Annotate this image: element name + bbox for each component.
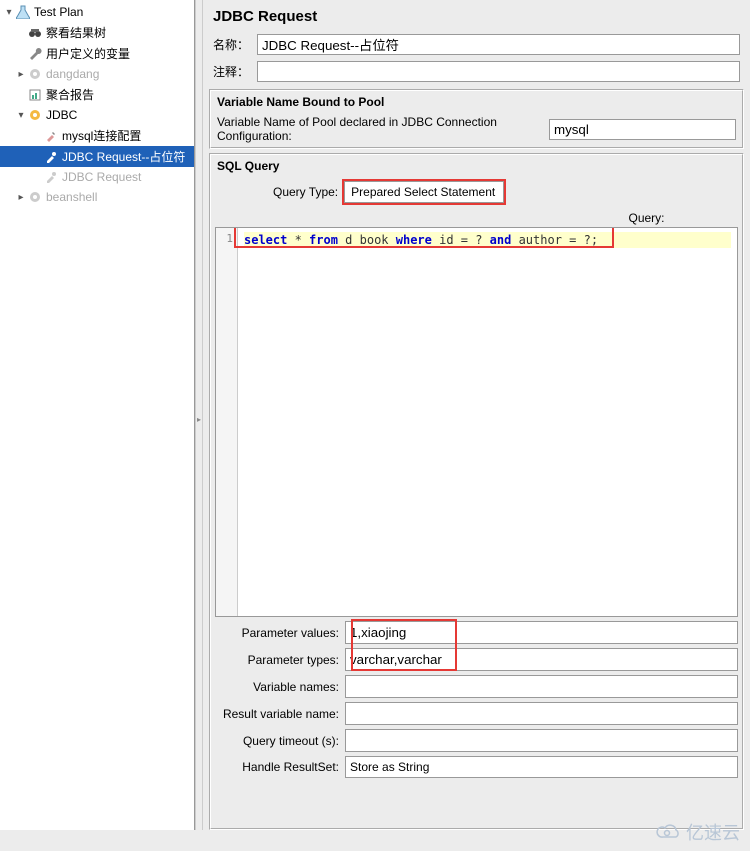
tree-item-jdbc-request[interactable]: JDBC Request <box>0 167 194 187</box>
variable-names-label: Variable names: <box>215 680 345 694</box>
tree-item-aggregate[interactable]: 聚合报告 <box>0 84 194 105</box>
tree-panel: ▾ Test Plan 察看结果树 用户定义的变量 ▸ dangdang <box>0 0 195 830</box>
dropper-icon <box>42 149 60 165</box>
handle-rs-select[interactable]: Store as String <box>345 756 738 778</box>
result-var-input[interactable] <box>345 702 738 725</box>
name-input[interactable] <box>257 34 740 55</box>
sql-panel: SQL Query Query Type: Prepared Select St… <box>209 153 744 830</box>
query-label: Query: <box>383 207 750 227</box>
tree-item-jdbc[interactable]: ▾ JDBC <box>0 105 194 125</box>
tree-label: 聚合报告 <box>44 86 94 103</box>
tree-label: beanshell <box>44 190 97 204</box>
sql-editor[interactable]: 1 select * from d_book where id = ? and … <box>215 227 738 617</box>
tree-label: JDBC <box>44 108 77 122</box>
main-panel: JDBC Request 名称： 注释： Variable Name Bound… <box>203 0 750 830</box>
line-gutter: 1 <box>216 228 238 616</box>
comment-label: 注释： <box>213 63 253 80</box>
collapse-icon[interactable]: ▾ <box>16 110 26 121</box>
variable-names-input[interactable] <box>345 675 738 698</box>
tree-item-dangdang[interactable]: ▸ dangdang <box>0 64 194 84</box>
param-types-label: Parameter types: <box>215 653 345 667</box>
query-type-select[interactable]: Prepared Select Statement <box>344 181 504 203</box>
query-type-label: Query Type: <box>273 185 344 199</box>
page-title: JDBC Request <box>203 0 750 31</box>
report-icon <box>26 87 44 103</box>
tree-label: 用户定义的变量 <box>44 45 130 62</box>
tree-root[interactable]: ▾ Test Plan <box>0 2 194 22</box>
binoculars-icon <box>26 25 44 41</box>
result-var-label: Result variable name: <box>215 707 345 721</box>
pool-label: Variable Name of Pool declared in JDBC C… <box>217 115 543 143</box>
pool-panel: Variable Name Bound to Pool Variable Nam… <box>209 89 744 149</box>
collapse-icon[interactable]: ▾ <box>4 7 14 18</box>
sql-title: SQL Query <box>213 157 740 177</box>
tree-label: JDBC Request <box>60 170 141 184</box>
timeout-input[interactable] <box>345 729 738 752</box>
tree-label: Test Plan <box>32 5 83 19</box>
tree-label: 察看结果树 <box>44 24 106 41</box>
gear-color-icon <box>26 107 44 123</box>
wrench-icon <box>26 46 44 62</box>
tree-item-jdbc-request-placeholder[interactable]: JDBC Request--占位符 <box>0 146 194 167</box>
code-area[interactable]: select * from d_book where id = ? and au… <box>238 228 737 616</box>
dropper-disabled-icon <box>42 169 60 185</box>
tree-label: JDBC Request--占位符 <box>60 148 185 165</box>
tree-item-vars[interactable]: 用户定义的变量 <box>0 43 194 64</box>
watermark-logo: 亿速云 <box>656 819 740 845</box>
pool-input[interactable] <box>549 119 736 140</box>
tree-item-mysql-config[interactable]: mysql连接配置 <box>0 125 194 146</box>
param-values-label: Parameter values: <box>215 626 345 640</box>
gear-icon <box>26 66 44 82</box>
tools-icon <box>42 128 60 144</box>
tree-item-viewresults[interactable]: 察看结果树 <box>0 22 194 43</box>
comment-input[interactable] <box>257 61 740 82</box>
name-label: 名称： <box>213 36 253 53</box>
handle-rs-label: Handle ResultSet: <box>215 760 345 774</box>
gear-disabled-icon <box>26 189 44 205</box>
splitter[interactable] <box>195 0 203 830</box>
tree-item-beanshell[interactable]: ▸ beanshell <box>0 187 194 207</box>
pool-title: Variable Name Bound to Pool <box>213 93 740 113</box>
timeout-label: Query timeout (s): <box>215 734 345 748</box>
flask-icon <box>14 4 32 20</box>
tree-label: mysql连接配置 <box>60 127 141 144</box>
tree-label: dangdang <box>44 67 99 81</box>
